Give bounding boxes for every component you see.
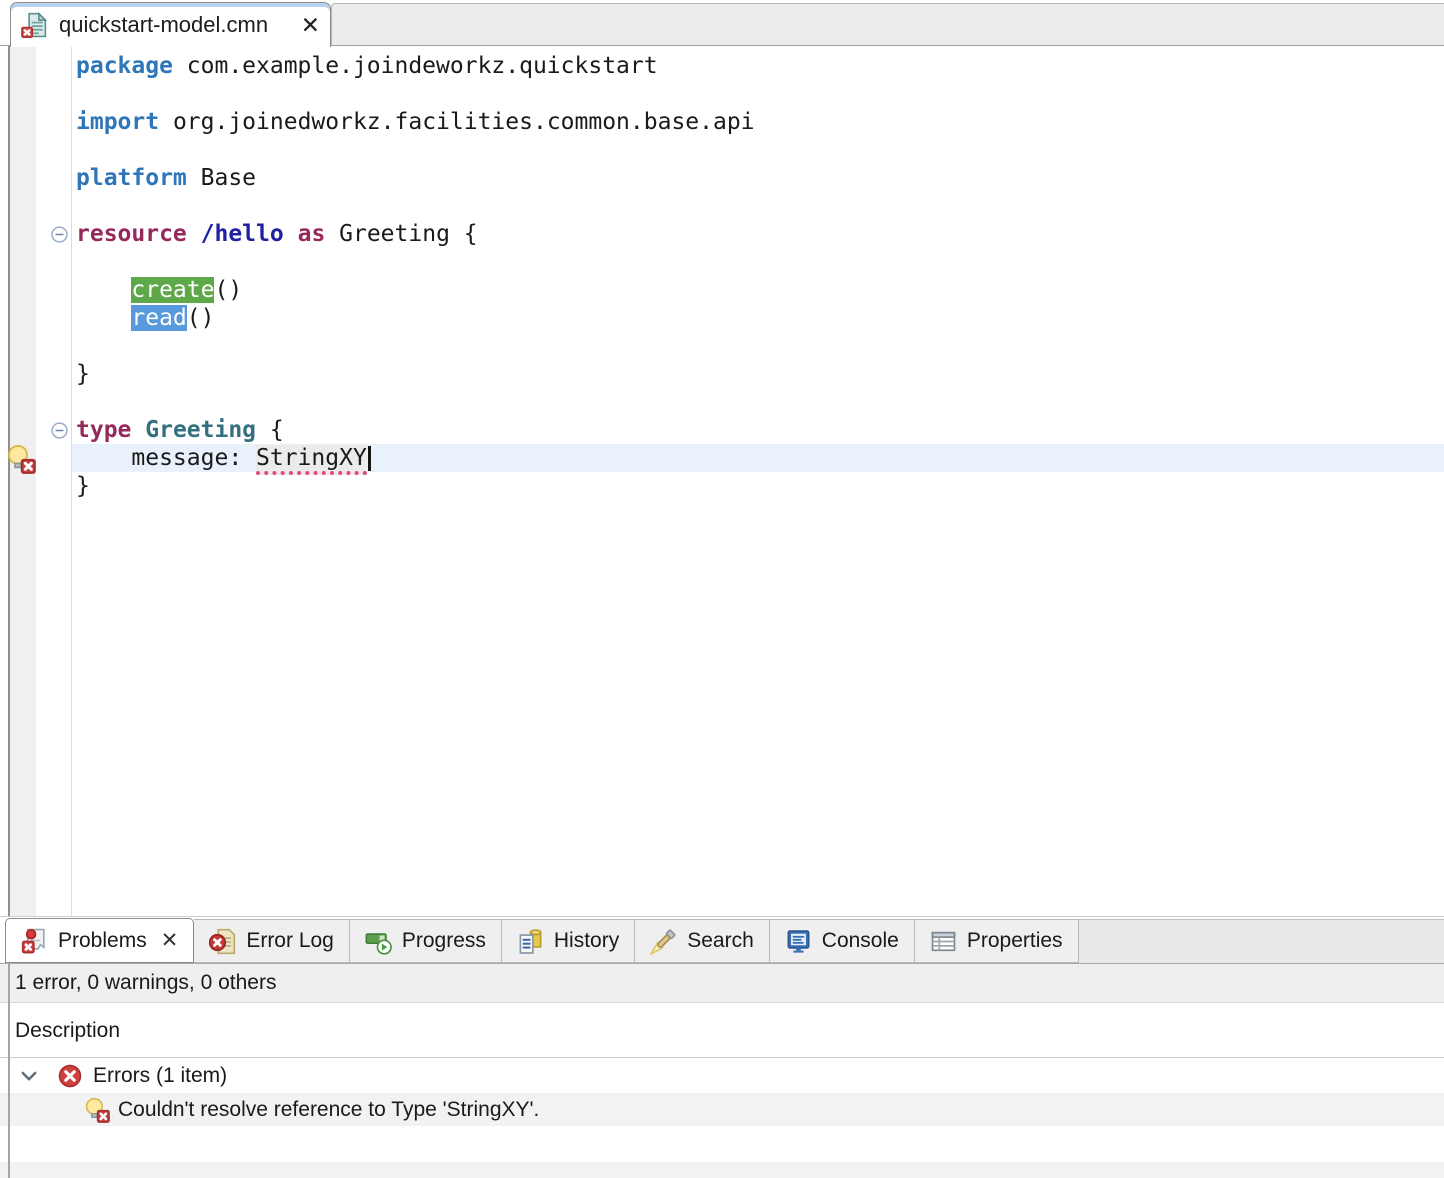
code-line[interactable]: type Greeting { [72, 416, 1444, 444]
code-token: () [214, 277, 242, 303]
tab-label: Properties [967, 929, 1063, 953]
code-line[interactable]: package com.example.joindeworkz.quicksta… [72, 52, 1444, 80]
tab-label: Search [687, 929, 754, 953]
error-reference-token: StringXY [256, 445, 367, 475]
empty-row [0, 1126, 1444, 1162]
code-token: } [76, 361, 90, 387]
code-token: org.joinedworkz.facilities.common.base.a… [159, 109, 754, 135]
view-tabbar-empty-area [1079, 919, 1444, 963]
description-column-label: Description [15, 1019, 120, 1043]
code-line[interactable]: } [72, 360, 1444, 388]
fold-minus-icon[interactable] [51, 422, 68, 439]
search-icon [650, 928, 677, 955]
problem-item-text: Couldn't resolve reference to Type 'Stri… [118, 1098, 539, 1122]
empty-row [0, 1162, 1444, 1178]
chevron-down-icon[interactable] [18, 1065, 40, 1087]
tab-search[interactable]: Search [635, 919, 770, 963]
code-token: message: [76, 445, 256, 471]
code-token: resource [76, 221, 187, 247]
tab-label: Console [822, 929, 899, 953]
editor-tabbar-empty-area [331, 3, 1444, 45]
code-token: create [131, 277, 214, 303]
code-area[interactable]: package com.example.joindeworkz.quicksta… [72, 52, 1444, 500]
code-line[interactable]: } [72, 472, 1444, 500]
errors-group-label: Errors (1 item) [93, 1064, 227, 1088]
tab-problems[interactable]: Problems ✕ [5, 918, 194, 963]
tab-properties[interactable]: Properties [915, 919, 1079, 963]
code-line[interactable]: read() [72, 304, 1444, 332]
problems-tree: Errors (1 item) Couldn't resolve referen… [0, 1059, 1444, 1178]
tab-label: Problems [58, 929, 147, 953]
code-token: com.example.joindeworkz.quickstart [173, 53, 658, 79]
code-token [76, 305, 131, 331]
code-token: } [76, 473, 90, 499]
quickfix-error-icon [84, 1097, 110, 1123]
progress-icon [365, 928, 392, 955]
code-token [284, 221, 298, 247]
bottom-left-sash[interactable] [8, 964, 10, 1178]
problems-summary-text: 1 error, 0 warnings, 0 others [15, 971, 276, 995]
code-token: { [256, 417, 284, 443]
code-token [76, 277, 131, 303]
problem-item-row[interactable]: Couldn't resolve reference to Type 'Stri… [0, 1093, 1444, 1126]
properties-icon [930, 928, 957, 955]
code-token: type [76, 417, 131, 443]
code-token: import [76, 109, 159, 135]
code-token: Base [187, 165, 256, 191]
description-column-header[interactable]: Description [0, 1004, 1444, 1058]
view-tabbar: Problems ✕ Error Log Progress History Search C… [0, 917, 1444, 964]
tab-history[interactable]: History [502, 919, 635, 963]
code-token: () [187, 305, 215, 331]
code-token: read [131, 305, 186, 331]
tab-progress[interactable]: Progress [350, 919, 502, 963]
editor-area: package com.example.joindeworkz.quicksta… [0, 46, 1444, 916]
tab-console[interactable]: Console [770, 919, 915, 963]
error-icon [58, 1064, 82, 1088]
code-token: Greeting [145, 417, 256, 443]
bottom-panel: Problems ✕ Error Log Progress History Search C… [0, 916, 1444, 1178]
text-caret [368, 446, 371, 471]
error-annotation-icon[interactable] [6, 444, 36, 474]
tab-close-icon[interactable]: ✕ [161, 928, 179, 953]
code-line[interactable] [72, 332, 1444, 360]
tab-error-log[interactable]: Error Log [194, 919, 350, 963]
problems-icon [21, 927, 48, 954]
editor-tab-close-icon[interactable]: ✕ [301, 12, 320, 39]
code-token [131, 417, 145, 443]
code-line[interactable] [72, 80, 1444, 108]
errors-group-row[interactable]: Errors (1 item) [0, 1059, 1444, 1093]
console-icon [785, 928, 812, 955]
code-line[interactable]: import org.joinedworkz.facilities.common… [72, 108, 1444, 136]
editor-tab-title: quickstart-model.cmn [59, 12, 293, 38]
editor-tab[interactable]: quickstart-model.cmn ✕ [10, 2, 331, 47]
editor-tabbar: quickstart-model.cmn ✕ [0, 0, 1444, 46]
code-token: Greeting { [325, 221, 477, 247]
errorlog-icon [209, 928, 236, 955]
code-line[interactable] [72, 192, 1444, 220]
annotation-ruler[interactable] [10, 46, 36, 916]
file-model-icon [21, 12, 47, 38]
code-line[interactable]: resource /hello as Greeting { [72, 220, 1444, 248]
tab-label: History [554, 929, 619, 953]
code-line-current[interactable]: message: StringXY [72, 444, 1444, 472]
editor-left-sash[interactable] [8, 46, 10, 916]
code-line[interactable]: platform Base [72, 164, 1444, 192]
code-line[interactable] [72, 248, 1444, 276]
history-icon [517, 928, 544, 955]
code-token: /hello [201, 221, 284, 247]
code-token: as [298, 221, 326, 247]
code-line[interactable]: create() [72, 276, 1444, 304]
code-line[interactable] [72, 388, 1444, 416]
fold-minus-icon[interactable] [51, 226, 68, 243]
code-token [187, 221, 201, 247]
code-line[interactable] [72, 136, 1444, 164]
tab-label: Error Log [246, 929, 334, 953]
code-token: package [76, 53, 173, 79]
code-token: platform [76, 165, 187, 191]
tab-label: Progress [402, 929, 486, 953]
problems-summary: 1 error, 0 warnings, 0 others [0, 964, 1444, 1003]
